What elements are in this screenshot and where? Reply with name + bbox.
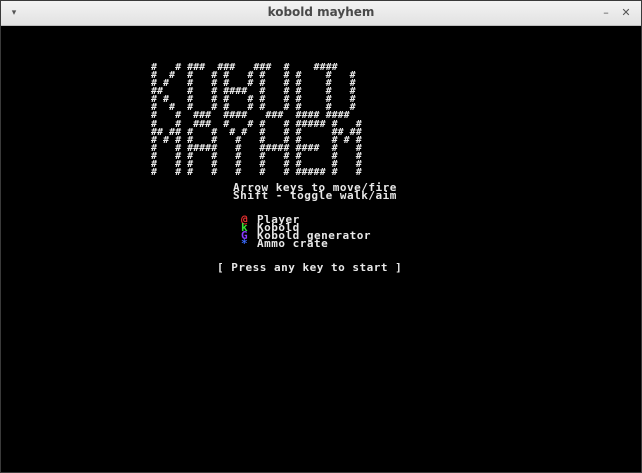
instruction-shift: Shift - toggle walk/aim xyxy=(233,189,397,202)
window-title: kobold mayhem xyxy=(267,5,375,19)
title-banner-mayhem: # # ### # # # # ##### # # ## ## # # # # … xyxy=(151,119,362,178)
legend-label-ammo: Ammo crate xyxy=(257,237,329,250)
ammo-crate-symbol: * xyxy=(241,237,248,250)
start-prompt: [ Press any key to start ] xyxy=(217,261,403,274)
game-window: ▾ kobold mayhem – ✕ # # ### ### ### # ##… xyxy=(0,0,642,473)
minimize-button[interactable]: – xyxy=(599,6,613,20)
title-bar[interactable]: ▾ kobold mayhem – ✕ xyxy=(1,1,641,26)
title-banner-kobold: # # ### ### ### # #### # # # # # # # # #… xyxy=(151,62,356,121)
game-screen[interactable]: # # ### ### ### # #### # # # # # # # # #… xyxy=(1,26,641,472)
close-button[interactable]: ✕ xyxy=(619,6,633,20)
